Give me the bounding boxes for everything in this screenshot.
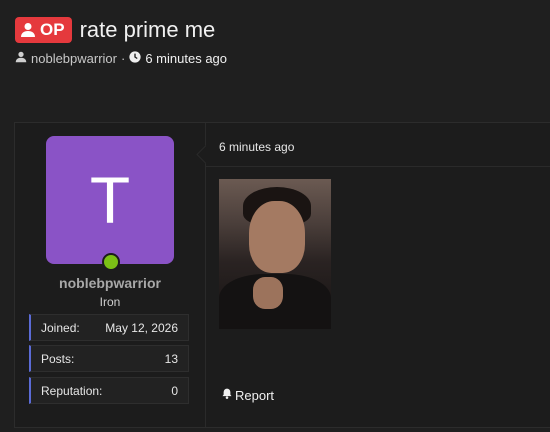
avatar[interactable]: T bbox=[46, 136, 174, 264]
op-badge-label: OP bbox=[40, 20, 65, 39]
clock-icon bbox=[129, 51, 141, 66]
thread-title-row: OP rate prime me bbox=[15, 17, 215, 43]
stat-reputation: Reputation: 0 bbox=[29, 377, 189, 404]
meta-separator: · bbox=[121, 51, 126, 66]
post-content: 6 minutes ago Report bbox=[196, 123, 550, 427]
post-container: T noblebpwarrior Iron Joined: May 12, 20… bbox=[14, 122, 550, 428]
post-time[interactable]: 6 minutes ago bbox=[219, 140, 294, 154]
report-label: Report bbox=[235, 387, 275, 403]
photo-detail bbox=[253, 277, 283, 309]
stat-value: 13 bbox=[164, 351, 178, 366]
stat-label: Posts: bbox=[41, 351, 75, 366]
post-username-link[interactable]: noblebpwarrior bbox=[15, 275, 205, 291]
stat-posts: Posts: 13 bbox=[29, 345, 189, 372]
stat-value: May 12, 2026 bbox=[105, 320, 178, 335]
bell-icon bbox=[221, 387, 235, 403]
thread-title: rate prime me bbox=[79, 17, 216, 42]
op-badge: OP bbox=[15, 17, 72, 43]
avatar-letter: T bbox=[89, 163, 131, 237]
author-icon bbox=[15, 51, 27, 66]
user-rank: Iron bbox=[99, 295, 121, 309]
thread-author-link[interactable]: noblebpwarrior bbox=[31, 51, 117, 66]
post-user-panel: T noblebpwarrior Iron Joined: May 12, 20… bbox=[15, 123, 206, 427]
stat-value: 0 bbox=[171, 383, 178, 398]
photo-detail bbox=[249, 201, 305, 273]
user-icon bbox=[20, 22, 36, 38]
stat-joined: Joined: May 12, 2026 bbox=[29, 314, 189, 341]
report-button[interactable]: Report bbox=[221, 387, 274, 403]
stat-label: Joined: bbox=[41, 320, 80, 335]
thread-time: 6 minutes ago bbox=[145, 51, 228, 66]
online-status-indicator bbox=[102, 253, 120, 271]
stat-label: Reputation: bbox=[41, 383, 103, 398]
attached-photo[interactable] bbox=[219, 179, 331, 329]
divider bbox=[206, 166, 550, 167]
thread-meta: noblebpwarrior · 6 minutes ago bbox=[15, 51, 227, 66]
